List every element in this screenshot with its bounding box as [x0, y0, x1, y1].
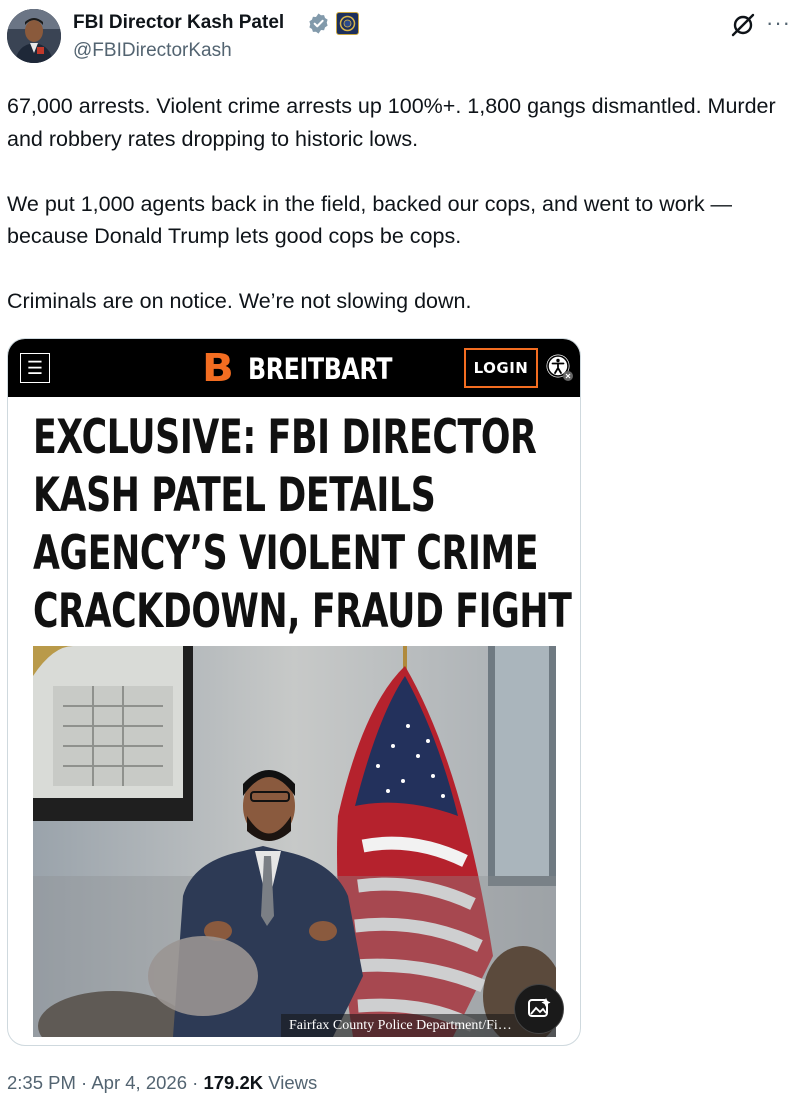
more-options-icon[interactable]: ···	[766, 10, 791, 36]
separator: ·	[192, 1072, 199, 1093]
views-label: Views	[268, 1072, 318, 1093]
timestamp-line: 2:35 PM · Apr 4, 2026 · 179.2K Views	[7, 1072, 317, 1094]
verified-badge-icon[interactable]	[307, 12, 330, 35]
display-name[interactable]: FBI Director Kash Patel	[73, 12, 284, 34]
grok-icon[interactable]	[730, 12, 756, 38]
tweet-paragraph: 67,000 arrests. Violent crime arrests up…	[7, 94, 776, 151]
image-sparkle-icon[interactable]	[514, 984, 564, 1034]
login-button: LOGIN	[464, 348, 538, 388]
tweet-time[interactable]: 2:35 PM	[7, 1072, 76, 1093]
tweet-date[interactable]: Apr 4, 2026	[91, 1072, 187, 1093]
headline-line: KASH PATEL DETAILS	[33, 468, 436, 523]
article-photo: Fairfax County Police Department/Fi…	[33, 646, 556, 1037]
accessibility-icon	[544, 352, 574, 382]
link-card[interactable]: ☰ B BREITBART LOGIN EXCLUSIVE: FBI DIREC…	[7, 338, 581, 1046]
breitbart-logo-letter: B	[202, 346, 234, 390]
views-count[interactable]: 179.2K	[203, 1072, 263, 1093]
tweet-paragraph: We put 1,000 agents back in the field, b…	[7, 191, 733, 249]
headline-line: CRACKDOWN, FRAUD FIGHT	[33, 584, 572, 639]
handle[interactable]: @FBIDirectorKash	[73, 40, 232, 62]
separator: ·	[81, 1072, 88, 1093]
article-headline: EXCLUSIVE: FBI DIRECTOR KASH PATEL DETAI…	[33, 409, 572, 641]
headline-line: EXCLUSIVE: FBI DIRECTOR	[33, 410, 537, 465]
fbi-seal-icon[interactable]	[336, 12, 359, 35]
tweet-paragraph: Criminals are on notice. We’re not slowi…	[7, 289, 472, 313]
tweet: FBI Director Kash Patel @FBIDirectorKash…	[0, 0, 800, 1106]
headline-line: AGENCY’S VIOLENT CRIME	[33, 526, 539, 581]
breitbart-logo-text: BREITBART	[248, 352, 393, 386]
avatar[interactable]	[7, 9, 61, 63]
breitbart-header-bar: ☰ B BREITBART LOGIN	[8, 339, 580, 397]
tweet-text: 67,000 arrests. Violent crime arrests up…	[7, 90, 797, 318]
hamburger-menu-icon: ☰	[20, 353, 50, 383]
